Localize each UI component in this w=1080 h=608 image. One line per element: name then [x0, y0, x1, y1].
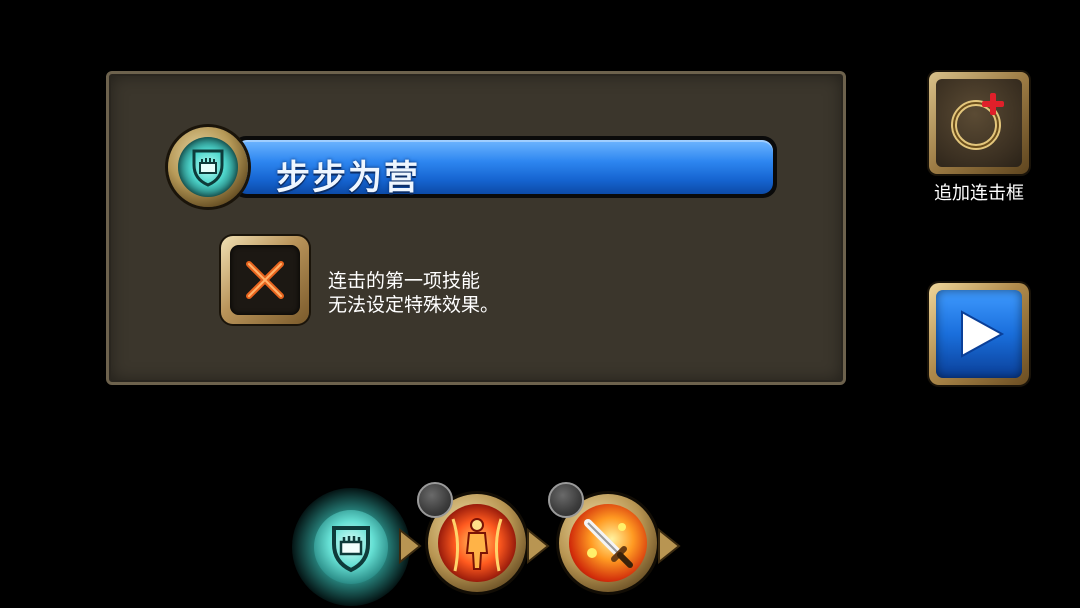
- shield-fist-icon: [178, 137, 238, 197]
- add-combo-label: 追加连击框: [934, 183, 1024, 204]
- skill-info-panel: [106, 71, 846, 385]
- skill-name-bar: 步步为营: [232, 136, 777, 198]
- special-effect-slot[interactable]: [221, 236, 309, 324]
- shield-fist-icon: [314, 510, 388, 584]
- skill-name: 步步为营: [276, 158, 420, 198]
- next-button[interactable]: [929, 283, 1029, 385]
- flaming-sword-icon: [569, 504, 647, 582]
- effect-message-line-1: 连击的第一项技能: [328, 270, 481, 292]
- combo-slot-1[interactable]: [292, 488, 410, 606]
- chain-arrow-icon: [399, 528, 422, 564]
- chain-arrow-icon: [658, 528, 681, 564]
- ring-plus-icon: [936, 79, 1022, 167]
- skill-name-bar-fill: 步步为营: [236, 140, 773, 198]
- empty-effect-bubble[interactable]: [417, 482, 453, 518]
- add-combo-button[interactable]: [929, 72, 1029, 174]
- game-screen: 步步为营 连击的第一项技能 无法设定特殊效果。 追加连击框: [0, 0, 1080, 608]
- chain-arrow-icon: [527, 528, 550, 564]
- skill-icon-frame[interactable]: [168, 127, 248, 207]
- effect-message: 连击的第一项技能 无法设定特殊效果。: [328, 269, 499, 317]
- disabled-x-icon: [230, 245, 300, 315]
- play-arrow-icon: [936, 290, 1022, 378]
- empty-effect-bubble[interactable]: [548, 482, 584, 518]
- fire-warrior-icon: [438, 504, 516, 582]
- effect-message-line-2: 无法设定特殊效果。: [328, 294, 500, 316]
